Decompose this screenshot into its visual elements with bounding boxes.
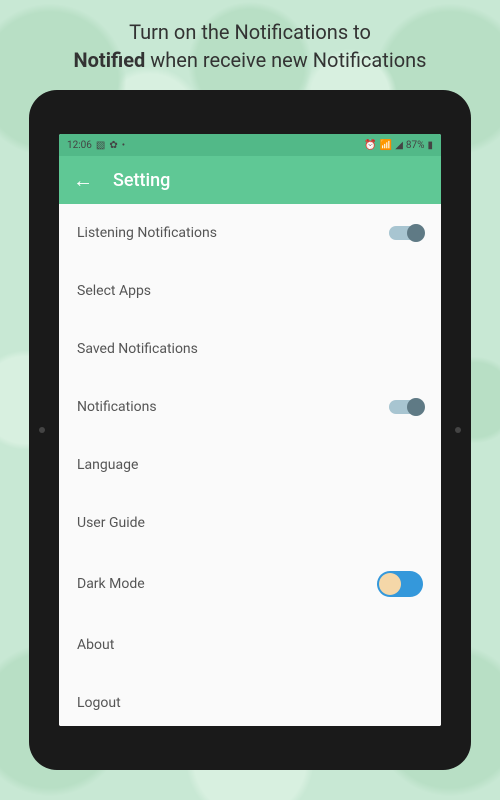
toggle-thumb — [407, 398, 425, 416]
status-left-group: 12:06 ▧ ✿ • — [67, 140, 125, 151]
setting-label: Listening Notifications — [77, 225, 217, 241]
toggle-listening-notifications[interactable] — [389, 226, 423, 240]
dot-icon: • — [122, 140, 125, 151]
setting-user-guide[interactable]: User Guide — [59, 494, 441, 552]
setting-label: Saved Notifications — [77, 341, 198, 357]
setting-label: Dark Mode — [77, 576, 145, 592]
setting-saved-notifications[interactable]: Saved Notifications — [59, 320, 441, 378]
app-bar: ← Setting — [59, 156, 441, 204]
battery-icon: ▮ — [427, 140, 433, 151]
signal-icon: ◢ — [395, 140, 403, 151]
setting-dark-mode[interactable]: Dark Mode — [59, 552, 441, 616]
setting-about[interactable]: About — [59, 616, 441, 674]
settings-list[interactable]: Listening Notifications Select Apps Save… — [59, 204, 441, 726]
promo-line2: Notified when receive new Notifications — [0, 46, 500, 74]
toggle-notifications[interactable] — [389, 400, 423, 414]
leaf-icon: ✿ — [109, 140, 117, 151]
setting-notifications[interactable]: Notifications — [59, 378, 441, 436]
wifi-icon: 📶 — [380, 140, 392, 151]
setting-label: Notifications — [77, 399, 157, 415]
device-screen: 12:06 ▧ ✿ • ⏰ 📶 ◢ 87% ▮ ← Setting Listen… — [59, 134, 441, 726]
status-bar: 12:06 ▧ ✿ • ⏰ 📶 ◢ 87% ▮ — [59, 134, 441, 156]
gallery-icon: ▧ — [96, 140, 105, 151]
promo-headline: Turn on the Notifications to Notified wh… — [0, 18, 500, 74]
setting-language[interactable]: Language — [59, 436, 441, 494]
toggle-thumb — [379, 573, 401, 595]
setting-label: Language — [77, 457, 138, 473]
battery-text: 87% — [406, 140, 425, 151]
setting-label: Select Apps — [77, 283, 151, 299]
status-right-group: ⏰ 📶 ◢ 87% ▮ — [364, 140, 433, 151]
setting-label: About — [77, 637, 114, 653]
tablet-button-dot — [455, 427, 461, 433]
page-title: Setting — [113, 170, 170, 191]
tablet-camera-dot — [39, 427, 45, 433]
setting-listening-notifications[interactable]: Listening Notifications — [59, 204, 441, 262]
tablet-device-frame: 12:06 ▧ ✿ • ⏰ 📶 ◢ 87% ▮ ← Setting Listen… — [29, 90, 471, 770]
setting-label: User Guide — [77, 515, 145, 531]
toggle-thumb — [407, 224, 425, 242]
toggle-dark-mode[interactable] — [377, 571, 423, 597]
setting-select-apps[interactable]: Select Apps — [59, 262, 441, 320]
setting-logout[interactable]: Logout — [59, 674, 441, 726]
status-time: 12:06 — [67, 140, 92, 151]
alarm-icon: ⏰ — [364, 140, 376, 151]
setting-label: Logout — [77, 695, 121, 711]
promo-bold-word: Notified — [74, 48, 146, 72]
promo-line1: Turn on the Notifications to — [0, 18, 500, 46]
promo-line2-rest: when receive new Notifications — [145, 48, 426, 72]
back-arrow-icon[interactable]: ← — [73, 168, 93, 193]
